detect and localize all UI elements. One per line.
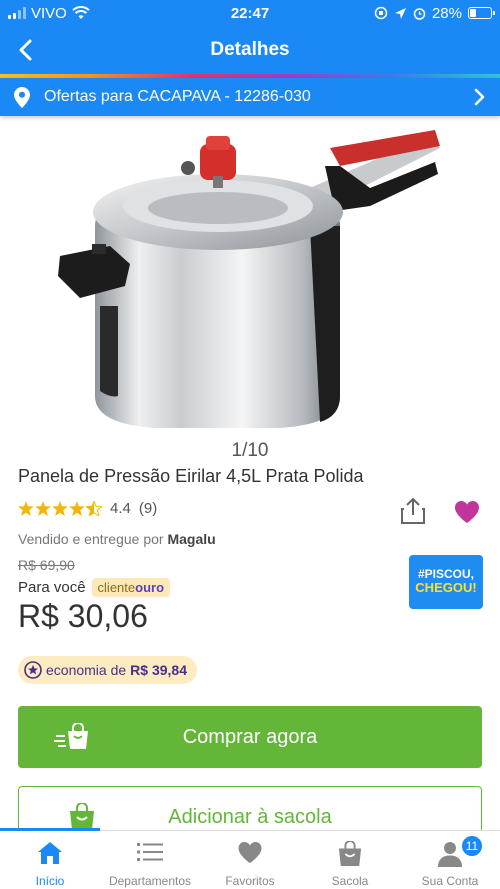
economy-badge: economia de R$ 39,84 <box>18 656 197 684</box>
nav-item-departamentos[interactable]: Departamentos <box>100 831 200 889</box>
promo-line-2: CHEGOU! <box>415 580 477 595</box>
star-icon <box>69 501 85 516</box>
product-image[interactable] <box>40 126 460 436</box>
alarm-icon <box>413 7 426 20</box>
home-icon <box>38 842 62 864</box>
rating-row[interactable]: 4.4 (9) <box>18 500 157 517</box>
half-star-icon <box>86 501 102 516</box>
ouro-label: ouro <box>135 580 165 595</box>
seller-info: Vendido e entregue por Magalu <box>18 531 216 547</box>
product-title: Panela de Pressão Eirilar 4,5L Prata Pol… <box>18 466 364 486</box>
for-you-row: Para você clienteouro <box>18 578 171 597</box>
heart-icon <box>238 841 262 864</box>
economy-label: economia de <box>46 662 127 678</box>
bottom-navigation: Início Departamentos Favoritos Sacola 11… <box>0 828 500 889</box>
rating-stars <box>18 501 102 516</box>
nav-item-sua-conta[interactable]: 11 Sua Conta <box>400 831 500 889</box>
cliente-ouro-badge: clienteouro <box>91 578 171 597</box>
nav-item-inicio[interactable]: Início <box>0 831 100 889</box>
image-counter: 1/10 <box>231 440 269 461</box>
battery-percent: 28% <box>431 4 462 22</box>
location-pin-icon <box>14 86 30 108</box>
header-bar: Detalhes <box>0 26 500 74</box>
current-price: R$ 30,06 <box>18 598 148 634</box>
fast-bag-icon <box>54 723 88 749</box>
for-you-label: Para você <box>18 579 86 596</box>
page-title: Detalhes <box>210 39 290 60</box>
status-time: 22:47 <box>230 4 270 22</box>
buy-now-label: Comprar agora <box>182 725 318 748</box>
promo-line-1: #PISCOU, <box>417 567 474 581</box>
list-icon <box>137 843 163 861</box>
nav-label-departamentos: Departamentos <box>108 874 192 888</box>
star-icon <box>52 501 68 516</box>
add-to-bag-label: Adicionar à sacola <box>168 805 332 828</box>
back-button[interactable] <box>14 38 38 62</box>
nav-label-favoritos: Favoritos <box>225 874 275 888</box>
star-icon <box>35 501 51 516</box>
nav-label-sacola: Sacola <box>331 874 369 888</box>
star-icon <box>18 501 34 516</box>
carrier-label: VIVO <box>31 4 67 22</box>
nav-item-favoritos[interactable]: Favoritos <box>200 831 300 889</box>
old-price: R$ 69,90 <box>18 557 75 573</box>
status-bar: VIVO 22:47 28% <box>0 0 500 26</box>
nav-item-sacola[interactable]: Sacola <box>300 831 400 889</box>
cliente-label: cliente <box>97 580 136 595</box>
location-arrow-icon <box>394 7 406 19</box>
seller-name[interactable]: Magalu <box>167 531 215 547</box>
status-bar-left: VIVO <box>8 5 178 22</box>
bag-icon <box>70 803 94 830</box>
battery-icon <box>468 7 495 19</box>
wifi-icon <box>72 6 90 19</box>
star-circle-icon <box>24 661 42 679</box>
nav-label-inicio: Início <box>35 874 65 888</box>
signal-icon <box>8 7 26 19</box>
status-bar-right: 28% <box>322 4 495 22</box>
user-icon <box>438 842 462 867</box>
favorite-heart-icon[interactable] <box>454 500 480 524</box>
rating-count: (9) <box>138 500 158 517</box>
seller-prefix: Vendido e entregue por <box>18 531 164 547</box>
rating-value: 4.4 <box>110 500 131 517</box>
bag-icon <box>338 841 362 866</box>
location-bar[interactable]: Ofertas para CACAPAVA - 12286-030 <box>0 78 500 116</box>
chevron-right-icon <box>474 88 485 106</box>
location-text: Ofertas para CACAPAVA - 12286-030 <box>44 88 311 105</box>
nav-label-sua-conta: Sua Conta <box>421 874 479 888</box>
share-icon[interactable] <box>400 497 426 525</box>
piscou-chegou-badge[interactable]: #PISCOU, CHEGOU! <box>409 555 483 609</box>
economy-value: R$ 39,84 <box>130 662 187 678</box>
buy-now-button[interactable]: Comprar agora <box>18 706 482 768</box>
account-notification-badge: 11 <box>461 835 483 857</box>
orientation-lock-icon <box>374 6 388 20</box>
